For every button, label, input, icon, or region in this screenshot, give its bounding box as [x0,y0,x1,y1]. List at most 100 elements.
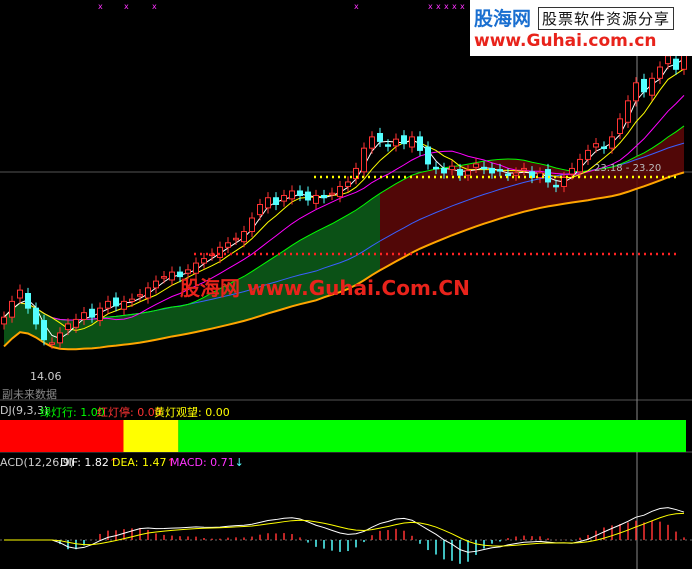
panel-separators [0,56,692,569]
candle-body [345,181,351,187]
candle-body [9,300,15,318]
candle-body [409,136,415,148]
candle-body [321,194,327,199]
watermark-logo: 股海网 [474,8,532,30]
candle-body [537,172,543,178]
candle-body [361,147,367,173]
macd-value-label: MACD: 0.71↓ [170,456,244,469]
candle-body [641,78,647,93]
candle-body [217,246,223,258]
low-price-label: 14.06 [30,370,62,383]
signal-segment-green [178,420,687,452]
watermark-url: www.Guhai.com.cn [474,31,657,51]
candle-body [449,165,455,171]
candle-body [113,297,119,307]
candle-body [633,82,639,102]
candle-body [41,320,47,341]
macd-down-arrow-icon: ↓ [234,456,244,469]
candle-body [25,293,31,309]
candle-body [577,158,583,173]
candle-body [369,136,375,149]
candle-body [425,146,431,165]
candle-body [481,166,487,170]
candle-body [329,192,335,196]
kdj-yellow-label: 黄灯观望: 0.00 [154,406,230,419]
kdj-green-label: 绿灯行: 1.00 [40,406,105,419]
candle-body [601,146,607,150]
macd-dif-label: DIF: 1.82↑ [60,456,119,469]
candle-body [553,184,559,188]
top-marker: x [428,2,433,11]
bottom-text: 副未来数据 [2,388,57,401]
candle-body [289,190,295,200]
candle-body [49,342,55,345]
candle-body [313,194,319,204]
signal-segment-yellow [123,420,179,452]
candle-body [129,298,135,302]
candle-body [249,217,255,233]
top-marker: x [152,2,157,11]
candle-body [65,323,71,331]
candle-body [153,280,159,289]
candle-body [569,167,575,175]
top-marker: x [436,2,441,11]
candle-body [97,307,103,322]
candle-body [505,173,511,177]
candle-body [585,149,591,160]
candle-body [673,58,679,70]
upper-price-label: 23.18 - 23.20 [594,163,662,174]
candle-body [561,176,567,187]
candle-body [593,143,599,148]
candle-body [513,172,519,176]
candle-body [297,190,303,196]
candle-body [281,194,287,202]
candle-body [657,66,663,79]
candle-body [417,136,423,151]
candle-body [497,169,503,172]
candle-body [33,307,39,325]
candle-body [473,163,479,168]
macd-chart [4,507,685,564]
candle-body [465,170,471,176]
candle-body [393,138,399,147]
dif-line [4,507,685,553]
candle-body [273,197,279,205]
candle-body [121,300,127,310]
candle-body [145,287,151,299]
top-marker: x [460,2,465,11]
candle-body [89,308,95,318]
candle-body [457,169,463,176]
watermark-banner: 股海网 股票软件资源分享 www.Guhai.com.cn [470,0,692,56]
signal-segment-red [0,420,124,452]
top-marker: x [98,2,103,11]
candle-body [433,166,439,170]
candle-body [1,316,7,325]
candle-body [305,191,311,201]
top-marker: x [124,2,129,11]
candle-body [17,289,23,299]
candle-body [649,77,655,96]
top-markers: xxxxxxxxx [98,2,465,11]
candle-body [233,237,239,241]
top-marker: x [354,2,359,11]
candle-body [665,55,671,65]
candle-body [137,294,143,297]
candle-body [161,276,167,279]
candle-body [201,258,207,264]
candle-body [225,242,231,248]
candle-body [441,167,447,174]
candle-body [105,300,111,309]
watermark-tagline: 股票软件资源分享 [538,7,675,30]
candle-body [241,231,247,243]
candle-body [257,203,263,216]
candle-body [81,312,87,320]
candle-body [617,118,623,135]
candle-body [377,133,383,142]
macd-dea-label: DEA: 1.47↑ [112,456,176,469]
candle-body [337,185,343,198]
candle-body [265,197,271,209]
candle-body [57,332,63,344]
candle-body [521,167,527,171]
watermark-center: 股海网 www.Guhai.Com.CN [180,276,470,300]
candle-body [401,135,407,145]
